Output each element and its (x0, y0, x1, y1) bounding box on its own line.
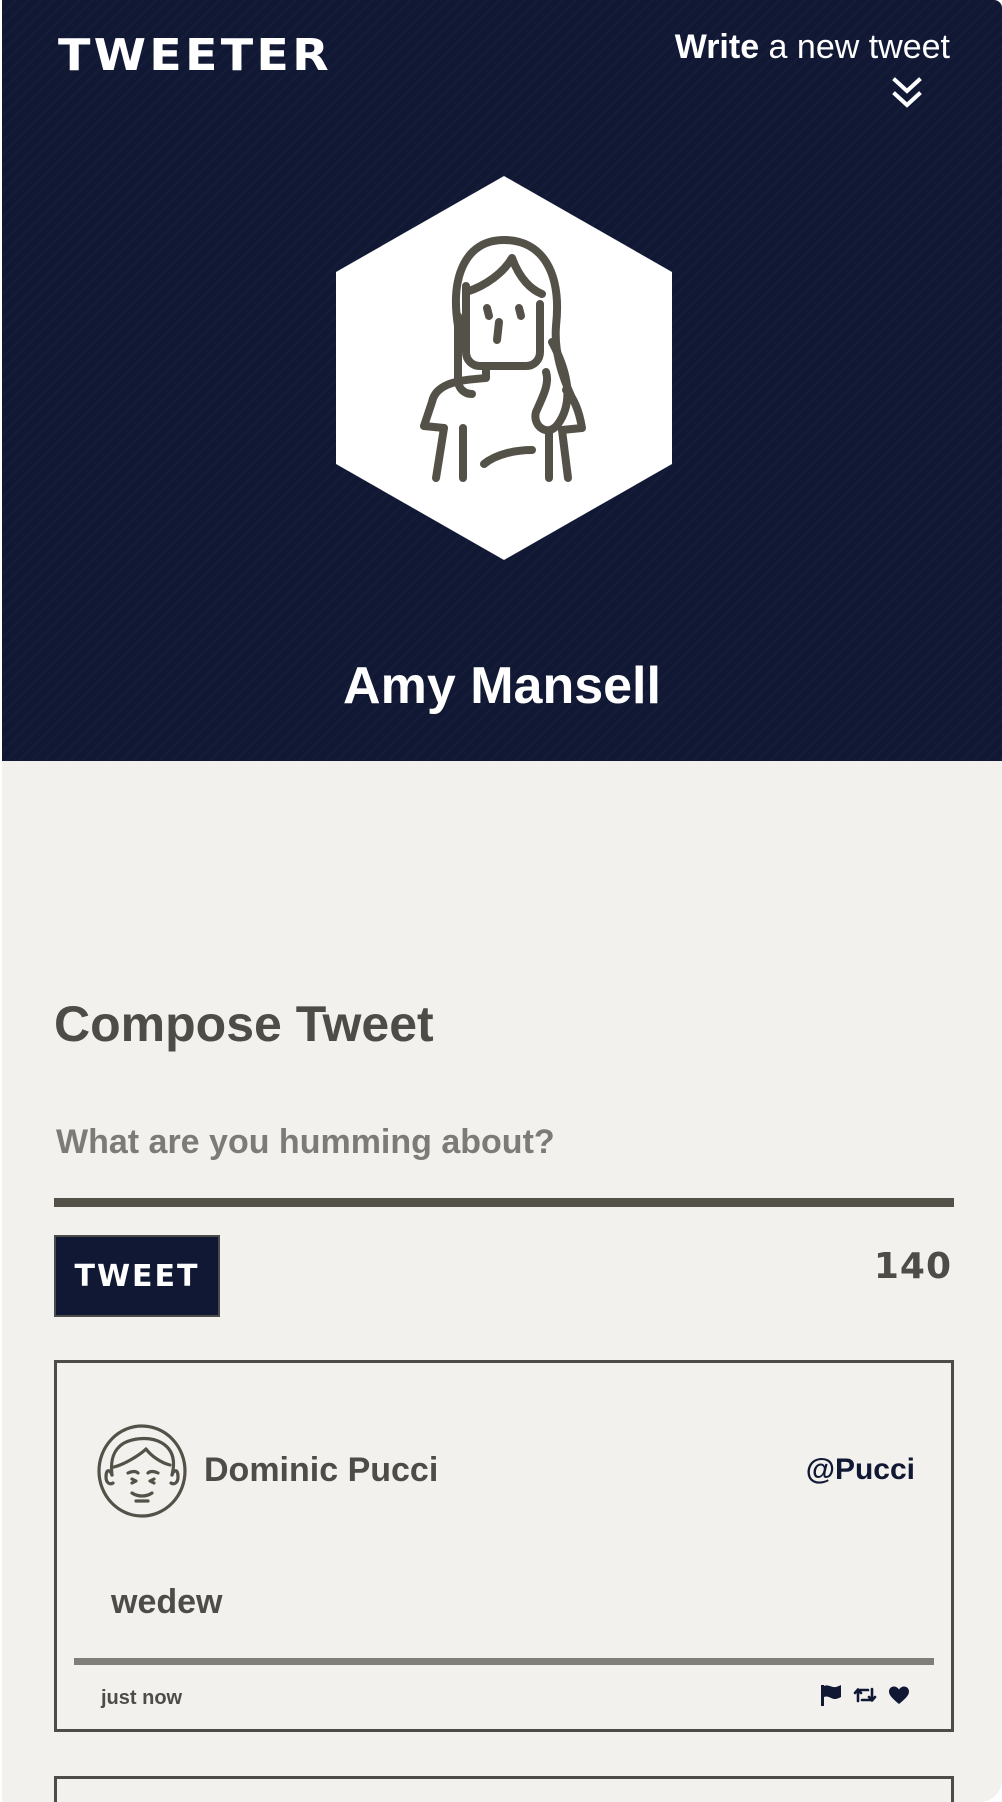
compose-divider (54, 1198, 954, 1207)
write-new-tweet-toggle[interactable]: Write a new tweet (675, 26, 950, 108)
character-counter: 140 (873, 1246, 952, 1287)
compose-title: Compose Tweet (54, 996, 434, 1052)
tweet-timestamp: just now (101, 1687, 183, 1709)
write-new-tweet-label[interactable]: Write a new tweet (675, 26, 950, 68)
write-label-rest: a new tweet (759, 28, 950, 66)
man-face-avatar-icon (97, 1424, 187, 1518)
tweet-actions (819, 1683, 911, 1707)
tweet-card (54, 1776, 954, 1802)
retweet-icon[interactable] (853, 1683, 877, 1707)
flag-icon[interactable] (819, 1683, 843, 1707)
tweet-content: wedew (111, 1583, 223, 1621)
app-window: TWEETER Write a new tweet Amy Mansell Co… (2, 0, 1002, 1802)
app-logo: TWEETER (58, 30, 332, 81)
profile-avatar (336, 176, 672, 560)
profile-name: Amy Mansell (343, 657, 661, 715)
tweet-submit-button[interactable]: TWEET (54, 1235, 220, 1317)
double-chevron-down-icon[interactable] (891, 76, 923, 110)
profile-header: TWEETER Write a new tweet Amy Mansell (2, 0, 1002, 761)
write-label-strong: Write (674, 28, 760, 66)
heart-icon[interactable] (887, 1683, 911, 1707)
tweet-text-input[interactable] (54, 1112, 956, 1172)
tweet-divider (74, 1658, 934, 1665)
tweet-card: Dominic Pucci @Pucci wedew just now (54, 1360, 954, 1732)
tweet-author-name: Dominic Pucci (204, 1451, 439, 1489)
tweet-author-handle: @Pucci (805, 1453, 915, 1486)
